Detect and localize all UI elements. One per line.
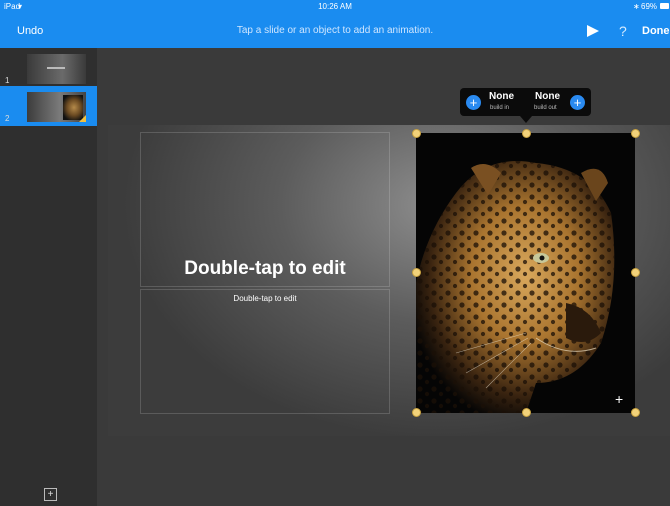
slide-thumbnail-image	[27, 54, 86, 84]
resize-handle[interactable]	[631, 129, 640, 138]
slide-thumbnail-2[interactable]: 2	[0, 86, 97, 126]
image-replace-icon[interactable]: +	[615, 392, 623, 406]
build-out-label: build out	[534, 105, 557, 111]
resize-handle[interactable]	[522, 129, 531, 138]
popover-arrow	[520, 116, 532, 123]
animation-badge-icon	[79, 115, 86, 122]
body-placeholder[interactable]: Double-tap to edit	[140, 289, 390, 414]
battery-percent: 69%	[641, 2, 658, 11]
status-bar: iPad ▾ 10:26 AM ∗ 69%	[0, 0, 670, 14]
resize-handle[interactable]	[631, 268, 640, 277]
build-out-value[interactable]: None	[535, 91, 560, 102]
add-build-in-button[interactable]: +	[466, 95, 481, 110]
add-build-out-button[interactable]: +	[570, 95, 585, 110]
title-placeholder[interactable]: Double-tap to edit	[140, 132, 390, 287]
slide-navigator: 1 2 +	[0, 48, 97, 506]
slide-thumbnail-image	[27, 92, 86, 122]
toolbar: Undo Tap a slide or an object to add an …	[0, 14, 670, 48]
status-time: 10:26 AM	[318, 2, 352, 11]
build-in-value[interactable]: None	[489, 91, 514, 102]
title-placeholder-text: Double-tap to edit	[184, 258, 346, 279]
animation-hint: Tap a slide or an object to add an anima…	[236, 25, 434, 36]
slide-number: 1	[5, 76, 10, 85]
body-placeholder-text: Double-tap to edit	[233, 294, 297, 303]
resize-handle[interactable]	[412, 268, 421, 277]
slide-canvas[interactable]: Double-tap to edit Double-tap to edit +	[108, 125, 670, 436]
add-slide-button[interactable]: +	[44, 488, 57, 501]
battery-icon	[660, 3, 669, 9]
resize-handle[interactable]	[412, 129, 421, 138]
resize-handle[interactable]	[631, 408, 640, 417]
build-in-label: build in	[490, 105, 510, 111]
undo-button[interactable]: Undo	[17, 25, 43, 37]
thumbnail-title-placeholder	[47, 67, 65, 69]
play-icon[interactable]	[586, 24, 600, 38]
slide-thumbnail-1[interactable]: 1	[0, 48, 97, 88]
done-button[interactable]: Done	[642, 25, 670, 37]
bluetooth-icon: ∗	[633, 2, 640, 11]
resize-handle[interactable]	[522, 408, 531, 417]
resize-handle[interactable]	[412, 408, 421, 417]
slide-number: 2	[5, 114, 10, 123]
leopard-image[interactable]	[416, 133, 635, 413]
help-button[interactable]: ?	[619, 23, 627, 39]
animation-popover: + None build in None build out +	[460, 88, 591, 123]
